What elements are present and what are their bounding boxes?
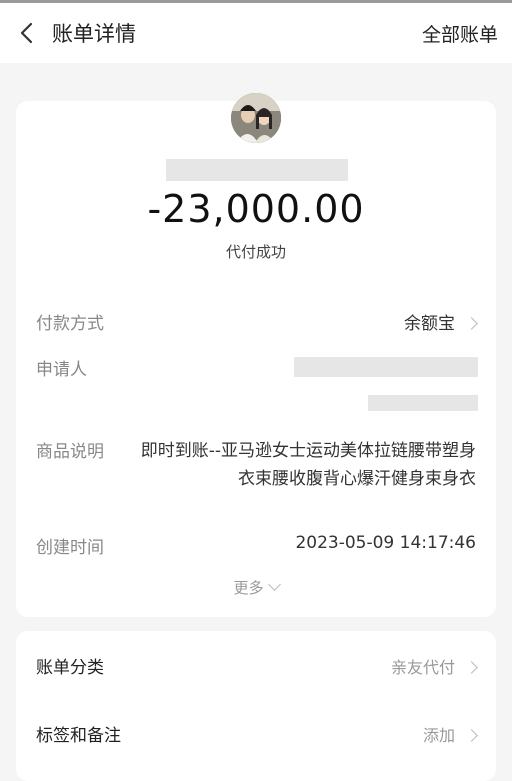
page-title: 账单详情	[52, 22, 136, 46]
redacted-applicant-line-1	[294, 357, 478, 377]
nav-left: 账单详情	[16, 18, 136, 48]
redacted-name	[166, 159, 348, 181]
more-label: 更多	[233, 579, 264, 597]
product-row: 商品说明 即时到账--亚马逊女士运动美体拉链腰带塑身衣束腰收腹背心爆汗健身束身衣	[36, 437, 476, 493]
chevron-right-icon	[465, 317, 478, 330]
created-time-row: 创建时间 2023-05-09 14:17:46	[36, 533, 476, 558]
nav-bar: 账单详情 全部账单	[0, 3, 512, 63]
bill-detail-card: -23,000.00 代付成功 付款方式 余额宝 申请人 商品说明 即时到账--…	[16, 93, 496, 617]
chevron-down-icon	[267, 578, 281, 591]
payment-method-label: 付款方式	[36, 314, 104, 334]
category-row[interactable]: 账单分类 亲友代付	[36, 653, 478, 678]
chevron-right-icon	[465, 660, 478, 674]
payment-method-value: 余额宝	[404, 309, 478, 334]
product-label: 商品说明	[36, 442, 104, 462]
tags-notes-value: 添加	[423, 722, 478, 746]
redacted-applicant-line-2	[368, 395, 478, 411]
tags-notes-label: 标签和备注	[36, 726, 121, 746]
created-time-value: 2023-05-09 14:17:46	[295, 533, 476, 553]
payment-method-row[interactable]: 付款方式 余额宝	[36, 309, 478, 334]
created-time-label: 创建时间	[36, 538, 104, 558]
category-value: 亲友代付	[391, 654, 478, 678]
all-bills-link[interactable]: 全部账单	[422, 20, 498, 47]
bill-extra-card: 账单分类 亲友代付 标签和备注 添加	[16, 631, 496, 781]
category-label: 账单分类	[36, 658, 104, 678]
tags-notes-row[interactable]: 标签和备注 添加	[36, 721, 478, 746]
more-button[interactable]: 更多	[16, 577, 496, 598]
avatar	[231, 93, 281, 143]
applicant-label: 申请人	[36, 360, 87, 380]
amount: -23,000.00	[147, 187, 365, 231]
payment-status: 代付成功	[225, 243, 286, 261]
back-arrow-icon[interactable]	[16, 21, 40, 45]
chevron-right-icon	[465, 728, 478, 742]
product-description: 即时到账--亚马逊女士运动美体拉链腰带塑身衣束腰收腹背心爆汗健身束身衣	[140, 441, 476, 489]
